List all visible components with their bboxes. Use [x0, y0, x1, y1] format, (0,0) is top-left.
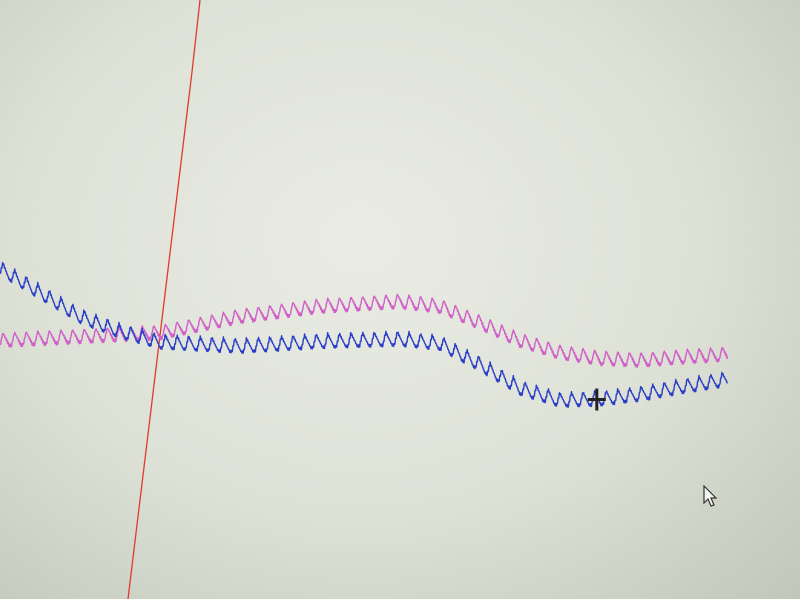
- line-chart[interactable]: [0, 0, 800, 599]
- series-line-1: [127, 0, 201, 599]
- series-layer: [0, 0, 729, 599]
- plot-window: [0, 0, 800, 599]
- series-line-3: [0, 261, 728, 408]
- series-line-2: [0, 293, 729, 368]
- marker-layer: [587, 388, 606, 411]
- mouse-pointer-icon: [703, 485, 718, 507]
- crosshair-cursor-icon: [587, 388, 606, 411]
